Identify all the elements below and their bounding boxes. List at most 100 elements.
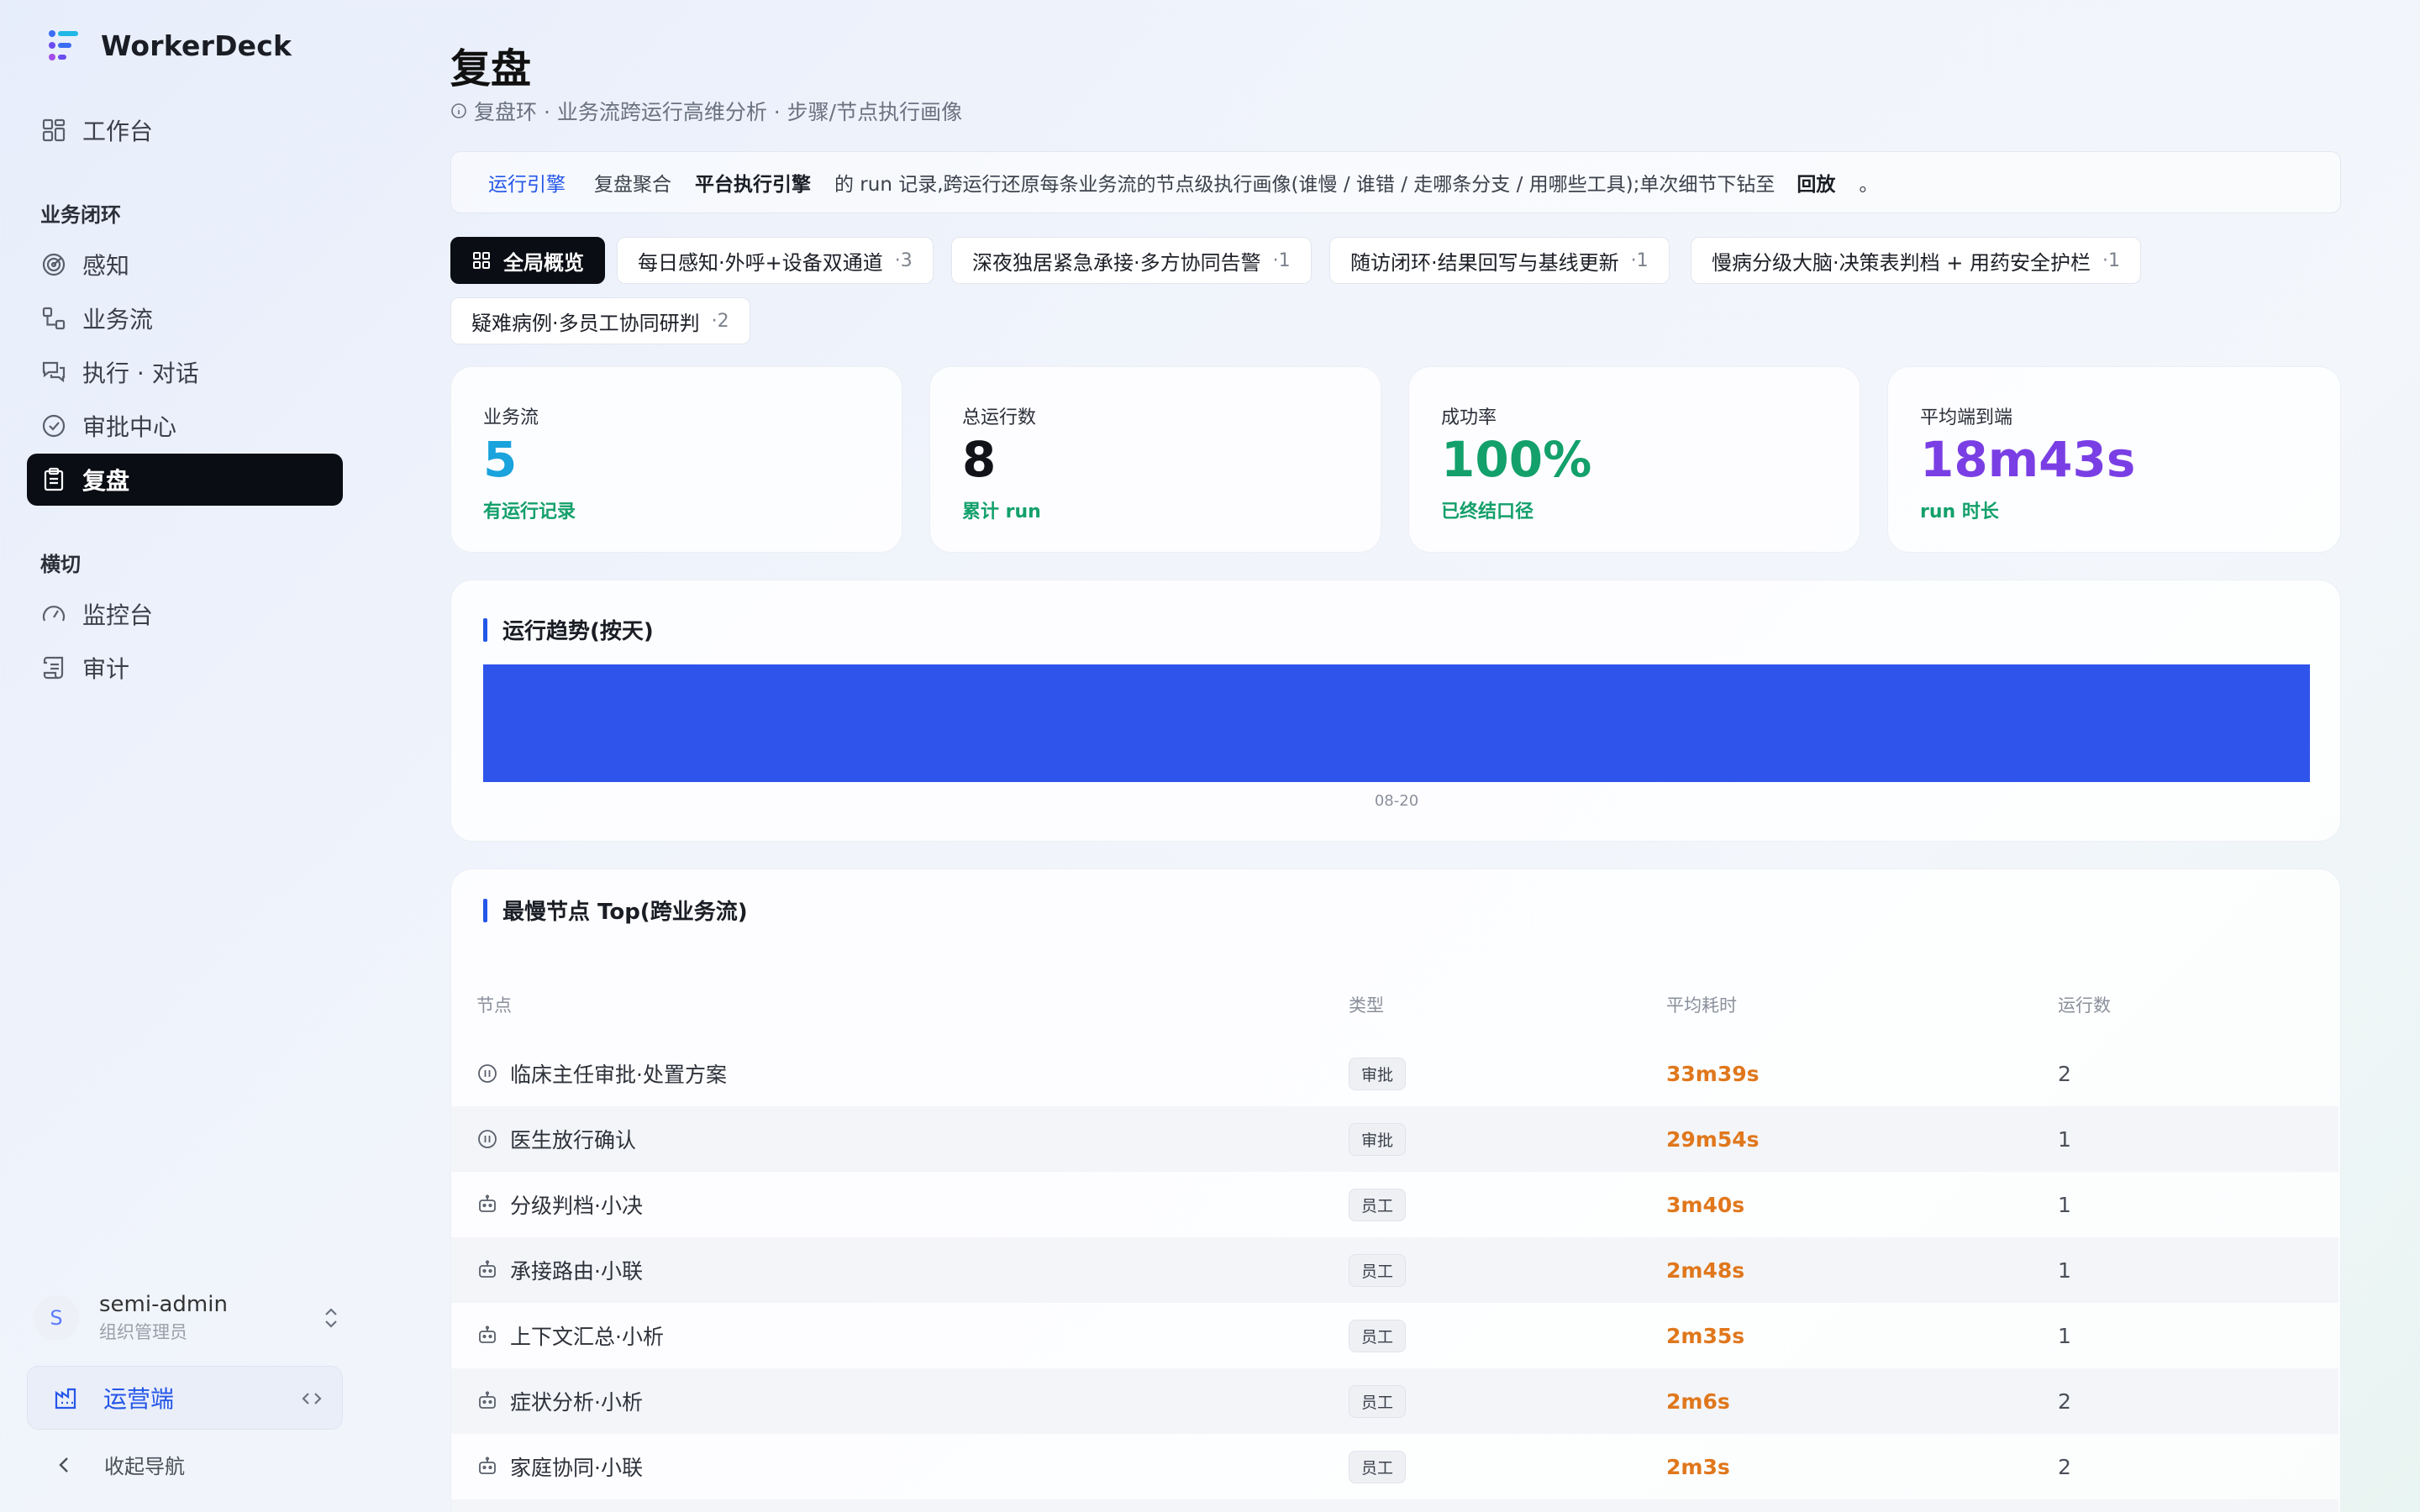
node-run-count: 1 — [2058, 1257, 2071, 1283]
nav-label: 审批中心 — [82, 413, 177, 441]
user-role: 组织管理员 — [99, 1322, 187, 1342]
tab-night-emergency[interactable]: 深夜独居紧急承接·多方协同告警 ·1 — [951, 237, 1312, 284]
trend-tick-label: 08-20 — [1375, 792, 1418, 810]
table-row[interactable]: 承接路由·小联 员工 2m48s 1 — [451, 1237, 2338, 1303]
tab-daily-perception[interactable]: 每日感知·外呼+设备双通道 ·3 — [617, 237, 934, 284]
node-avg-duration: 2m3s — [1666, 1454, 1730, 1479]
brand[interactable]: WorkerDeck — [45, 27, 292, 64]
nav-item-perception[interactable]: 感知 — [27, 239, 343, 291]
kpi-label: 平均端到端 — [1920, 407, 2013, 428]
kpi-card-workflows: 业务流 5 有运行记录 — [450, 366, 902, 553]
avatar: S — [34, 1295, 79, 1341]
node-type-badge: 审批 — [1349, 1057, 1407, 1090]
kpi-note: 有运行记录 — [483, 501, 576, 522]
column-header-avg-duration[interactable]: 平均耗时 — [1666, 992, 1737, 1017]
node-name: 症状分析·小析 — [510, 1390, 643, 1415]
info-banner: 运行引擎 复盘聚合 平台执行引擎 的 run 记录,跨运行还原每条业务流的节点级… — [450, 151, 2341, 213]
nav-item-review[interactable]: 复盘 — [27, 454, 343, 506]
slowest-title-text: 最慢节点 Top(跨业务流) — [502, 900, 748, 925]
kpi-label: 成功率 — [1441, 407, 1497, 428]
nav-group-business-loop: 业务闭环 — [40, 203, 121, 227]
ops-console-button[interactable]: 运营端 — [27, 1366, 343, 1430]
sidebar: WorkerDeck 工作台 业务闭环 感知 业务流 执行 · 对话 审批中心 … — [0, 0, 370, 1512]
node-type-badge: 员工 — [1349, 1253, 1407, 1287]
nav-label: 感知 — [82, 252, 130, 280]
node-name-cell: 家庭协同·小联 — [476, 1434, 643, 1499]
engine-tag[interactable]: 运行引擎 — [488, 168, 566, 197]
table-row[interactable]: 上下文汇总·小析 员工 2m35s 1 — [451, 1303, 2338, 1368]
tab-difficult-cases[interactable]: 疑难病例·多员工协同研判 ·2 — [450, 297, 750, 344]
collapse-nav-button[interactable]: 收起导航 — [54, 1450, 185, 1479]
trend-title-text: 运行趋势(按天) — [502, 619, 654, 644]
nav-item-execution[interactable]: 执行 · 对话 — [27, 346, 343, 398]
replay-link[interactable]: 回放 — [1797, 168, 1835, 197]
info-engine-name: 平台执行引擎 — [695, 174, 811, 196]
table-row[interactable]: 分级判档·小决 员工 3m40s 1 — [451, 1172, 2338, 1237]
node-type-badge: 审批 — [1349, 1122, 1407, 1156]
workflow-icon — [42, 307, 66, 330]
kpi-label: 业务流 — [483, 407, 539, 428]
user-menu[interactable]: S semi-admin 组织管理员 — [34, 1290, 345, 1346]
node-type-badge: 员工 — [1349, 1319, 1407, 1352]
table-row[interactable]: 降级兜底·小药 员工 1m59s 1 — [451, 1499, 2338, 1512]
robot-icon — [479, 1391, 496, 1409]
tab-count: ·1 — [1630, 249, 1649, 271]
info-text: 复盘聚合 — [594, 174, 671, 196]
node-name: 分级判档·小决 — [510, 1194, 643, 1218]
pause-circle-icon — [478, 1064, 497, 1083]
kpi-note: run 时长 — [1920, 501, 1999, 522]
table-row[interactable]: 症状分析·小析 员工 2m6s 2 — [451, 1368, 2338, 1434]
robot-icon — [479, 1326, 496, 1343]
robot-icon — [479, 1457, 496, 1474]
tab-label: 疑难病例·多员工协同研判 — [471, 311, 700, 335]
node-name: 承接路由·小联 — [510, 1259, 643, 1284]
tab-chronic-grading[interactable]: 慢病分级大脑·决策表判档 + 用药安全护栏 ·1 — [1691, 237, 2141, 284]
kpi-value: 18m43s — [1920, 431, 2136, 488]
slowest-nodes-card: 最慢节点 Top(跨业务流) 节点 类型 平均耗时 运行数 临床主任审批·处置方… — [450, 869, 2341, 1512]
scroll-icon — [43, 656, 64, 680]
kpi-value: 5 — [483, 431, 518, 488]
node-avg-duration: 33m39s — [1666, 1061, 1760, 1086]
chevron-up-down-icon[interactable] — [321, 1305, 341, 1331]
trend-bar[interactable] — [483, 664, 2310, 782]
kpi-card-success-rate: 成功率 100% 已终结口径 — [1408, 366, 1860, 553]
nav-item-monitor[interactable]: 监控台 — [27, 588, 343, 640]
factory-icon — [55, 1388, 76, 1410]
nav-item-workflow[interactable]: 业务流 — [27, 292, 343, 344]
code-toggle-icon — [302, 1393, 322, 1404]
nav-item-audit[interactable]: 审计 — [27, 642, 343, 694]
radar-icon — [42, 253, 66, 276]
trend-card: 运行趋势(按天) 08-20 — [450, 580, 2341, 842]
node-type-cell: 员工 — [1349, 1303, 1407, 1368]
tab-label: 随访闭环·结果回写与基线更新 — [1350, 250, 1619, 275]
tab-label: 深夜独居紧急承接·多方协同告警 — [972, 250, 1261, 275]
column-header-runs[interactable]: 运行数 — [2058, 992, 2111, 1017]
table-row[interactable]: 临床主任审批·处置方案 审批 33m39s 2 — [451, 1041, 2338, 1106]
tab-label: 全局概览 — [503, 250, 584, 275]
nav-item-approval[interactable]: 审批中心 — [27, 400, 343, 452]
table-row[interactable]: 家庭协同·小联 员工 2m3s 2 — [451, 1434, 2338, 1499]
chevron-left-icon — [59, 1457, 68, 1473]
kpi-value: 8 — [962, 431, 997, 488]
tab-count: ·1 — [1272, 249, 1291, 271]
gauge-icon — [42, 606, 66, 622]
node-name-cell: 医生放行确认 — [476, 1106, 636, 1172]
node-name-cell: 分级判档·小决 — [476, 1172, 643, 1237]
table-row[interactable]: 医生放行确认 审批 29m54s 1 — [451, 1106, 2338, 1172]
tab-followup-loop[interactable]: 随访闭环·结果回写与基线更新 ·1 — [1329, 237, 1670, 284]
robot-icon — [479, 1194, 496, 1212]
nav-group-crosscut: 横切 — [40, 553, 81, 576]
kpi-note: 累计 run — [962, 501, 1041, 522]
kpi-value: 100% — [1441, 431, 1592, 488]
chat-icon — [42, 361, 66, 383]
nav-item-workbench[interactable]: 工作台 — [27, 104, 343, 156]
column-header-node[interactable]: 节点 — [476, 992, 512, 1017]
kpi-card-avg-duration: 平均端到端 18m43s run 时长 — [1887, 366, 2341, 553]
node-type-badge: 员工 — [1349, 1450, 1407, 1483]
column-header-type[interactable]: 类型 — [1349, 992, 1384, 1017]
tab-count: ·2 — [711, 310, 729, 332]
tab-overview[interactable]: 全局概览 — [450, 237, 605, 284]
user-name: semi-admin — [99, 1292, 228, 1317]
clipboard-icon — [44, 467, 64, 491]
nav-label: 工作台 — [82, 118, 154, 145]
